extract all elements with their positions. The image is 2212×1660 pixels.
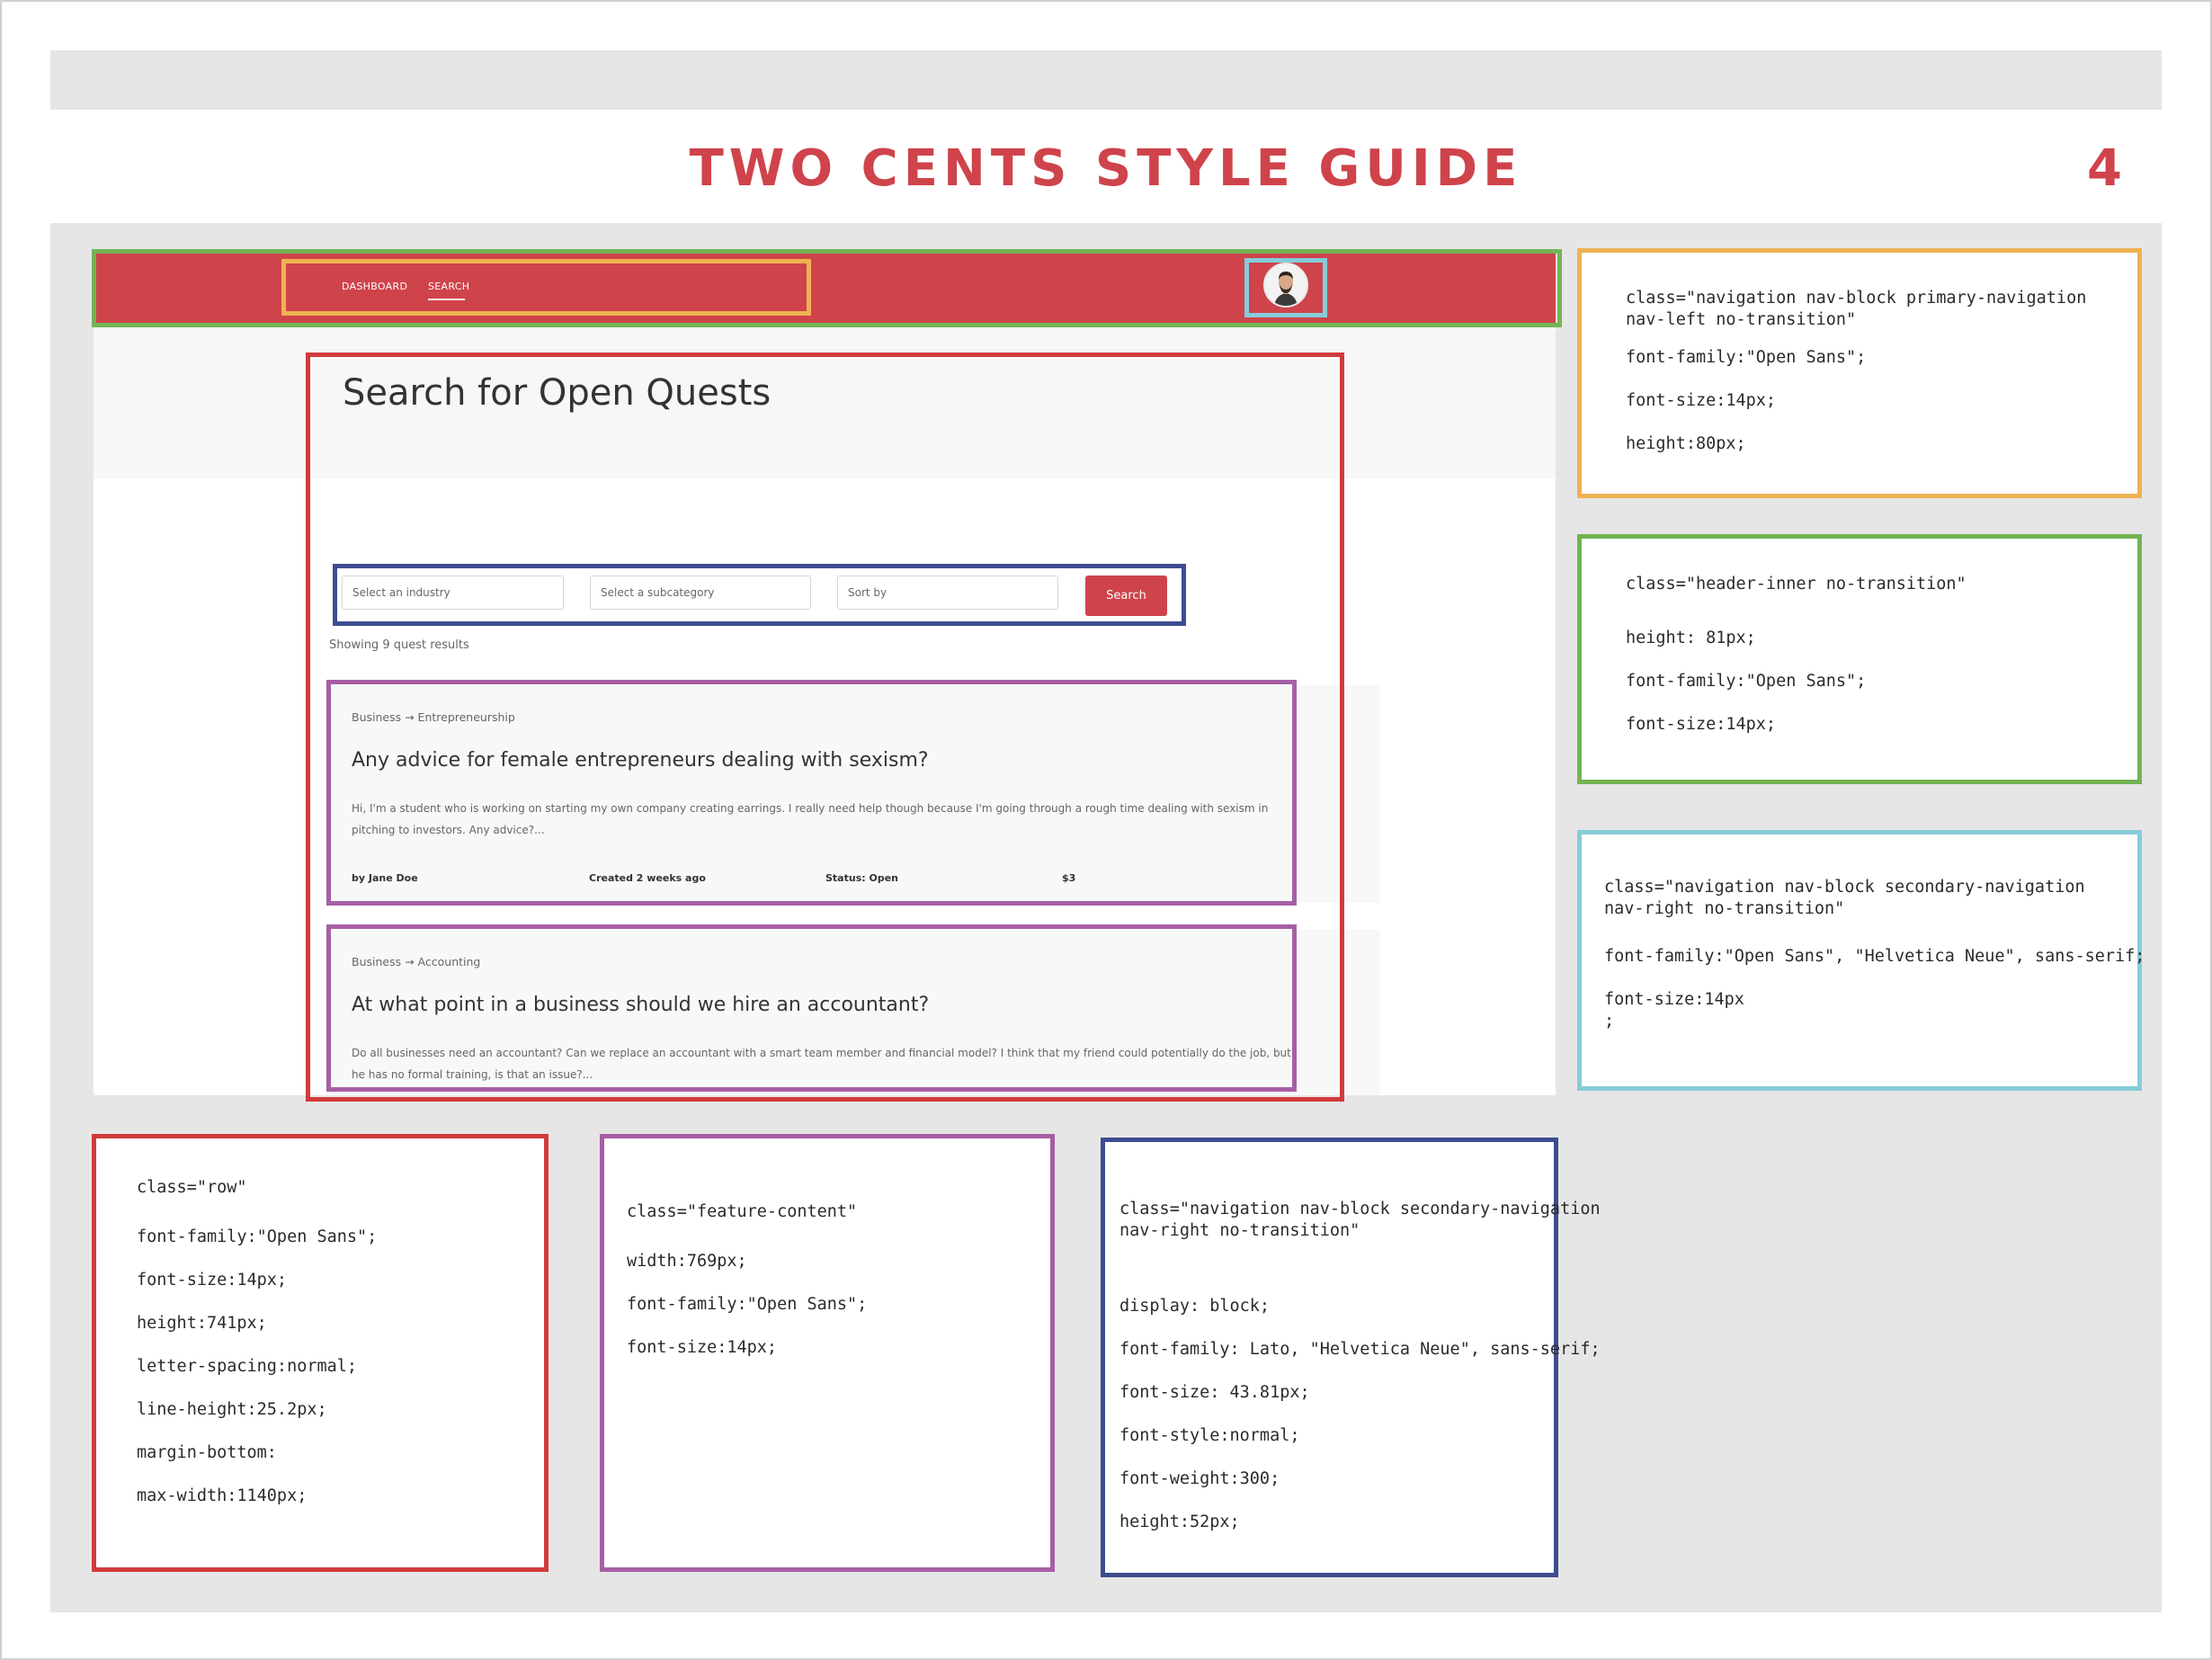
- note-line: font-family:"Open Sans";: [627, 1295, 868, 1314]
- note-line: height:80px;: [1626, 434, 1746, 453]
- doc-title: TWO CENTS STYLE GUIDE: [689, 139, 1523, 198]
- primary-navigation-note: class="navigation nav-block primary-navi…: [1577, 248, 2142, 498]
- feature-content-note: class="feature-content" width:769px; fon…: [600, 1134, 1055, 1572]
- feature-content-highlight: [326, 680, 1297, 906]
- note-line: class="navigation nav-block secondary-na…: [1119, 1200, 1601, 1218]
- note-line: font-size:14px;: [1626, 715, 1777, 734]
- note-line: width:769px;: [627, 1252, 747, 1271]
- note-line: class="feature-content": [627, 1202, 858, 1221]
- note-line: height:52px;: [1119, 1513, 1240, 1531]
- note-line: font-family:"Open Sans";: [137, 1227, 378, 1246]
- note-line: class="navigation nav-block secondary-na…: [1604, 878, 2085, 897]
- note-line: font-size:14px;: [627, 1338, 778, 1357]
- secondary-nav-highlight: [1244, 258, 1327, 317]
- primary-nav-highlight: [281, 259, 811, 316]
- note-line: font-family:"Open Sans", "Helvetica Neue…: [1604, 947, 2145, 966]
- page-number: 4: [2087, 139, 2122, 198]
- note-line: font-size: 43.81px;: [1119, 1383, 1310, 1402]
- note-line: display: block;: [1119, 1297, 1271, 1316]
- row-note: class="row" font-family:"Open Sans"; fon…: [92, 1134, 549, 1572]
- note-line: class="header-inner no-transition": [1626, 575, 1967, 593]
- note-line: letter-spacing:normal;: [137, 1357, 358, 1376]
- header-inner-note: class="header-inner no-transition" heigh…: [1577, 534, 2142, 784]
- note-line: line-height:25.2px;: [137, 1400, 327, 1419]
- note-line: ;: [1604, 1012, 1615, 1031]
- note-line: nav-left no-transition": [1626, 310, 1857, 329]
- note-line: font-family:"Open Sans";: [1626, 348, 1867, 367]
- note-line: margin-bottom:: [137, 1443, 277, 1462]
- note-line: font-family: Lato, "Helvetica Neue", san…: [1119, 1340, 1601, 1359]
- filter-bar-note: class="navigation nav-block secondary-na…: [1101, 1138, 1601, 1577]
- note-line: font-size:14px;: [1626, 391, 1777, 410]
- note-line: font-family:"Open Sans";: [1626, 672, 1867, 691]
- note-line: height: 81px;: [1626, 629, 1756, 647]
- note-line: font-size:14px;: [137, 1271, 288, 1290]
- note-line: nav-right no-transition": [1604, 899, 1845, 918]
- note-line: height:741px;: [137, 1314, 267, 1333]
- note-line: font-weight:300;: [1119, 1469, 1280, 1488]
- feature-content-highlight: [326, 924, 1297, 1092]
- note-line: font-style:normal;: [1119, 1426, 1300, 1445]
- note-line: max-width:1140px;: [137, 1486, 308, 1505]
- filter-bar-highlight: [333, 564, 1186, 626]
- note-line: font-size:14px: [1604, 990, 1744, 1009]
- top-band: [50, 50, 2162, 110]
- secondary-navigation-note: class="navigation nav-block secondary-na…: [1577, 830, 2145, 1091]
- note-line: class="row": [137, 1178, 247, 1197]
- note-line: class="navigation nav-block primary-navi…: [1626, 289, 2087, 308]
- note-line: nav-right no-transition": [1119, 1221, 1360, 1240]
